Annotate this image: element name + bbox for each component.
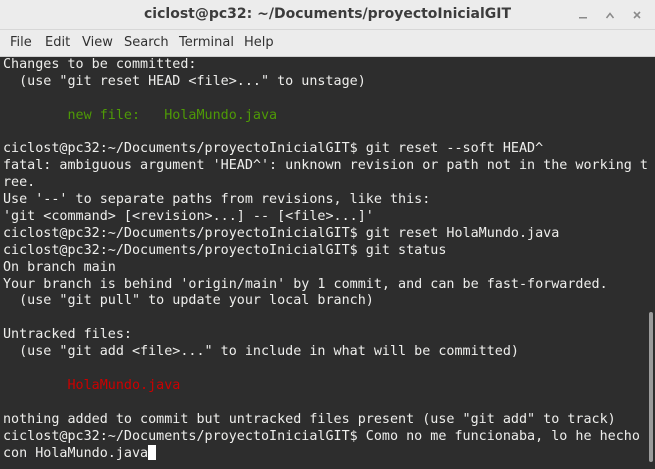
terminal-line: Untracked files:	[3, 327, 132, 343]
scrollbar[interactable]	[647, 57, 655, 469]
terminal-output[interactable]: Changes to be committed: (use "git reset…	[0, 57, 647, 469]
terminal-line: ciclost@pc32:~/Documents/proyectoInicial…	[3, 242, 447, 258]
menu-help[interactable]: Help	[244, 35, 274, 50]
terminal-line: (use "git add <file>..." to include in w…	[3, 344, 519, 360]
terminal-input-text: con HolaMundo.java	[3, 446, 149, 462]
terminal-window: ciclost@pc32: ~/Documents/proyectoInicia…	[0, 0, 655, 469]
terminal-line-staged-file: new file: HolaMundo.java	[3, 107, 278, 123]
terminal-line: ree.	[3, 175, 36, 191]
text-cursor	[148, 445, 157, 461]
minimize-icon	[578, 10, 588, 20]
terminal-line: ciclost@pc32:~/Documents/proyectoInicial…	[3, 141, 544, 157]
terminal-line: Your branch is behind 'origin/main' by 1…	[3, 276, 608, 292]
terminal-prompt-line[interactable]: con HolaMundo.java	[3, 445, 647, 462]
terminal-line: nothing added to commit but untracked fi…	[3, 411, 616, 427]
terminal-line: Changes to be committed:	[3, 57, 197, 72]
terminal-lines: Changes to be committed: (use "git reset…	[3, 57, 647, 462]
terminal-line-untracked-file: HolaMundo.java	[3, 377, 181, 393]
menu-edit[interactable]: Edit	[45, 35, 70, 50]
menu-bar: File Edit View Search Terminal Help	[0, 30, 655, 57]
terminal-line: ciclost@pc32:~/Documents/proyectoInicial…	[3, 225, 560, 241]
terminal-line: ciclost@pc32:~/Documents/proyectoInicial…	[3, 428, 640, 444]
terminal-line: fatal: ambiguous argument 'HEAD^': unkno…	[3, 158, 647, 174]
terminal-line: (use "git reset HEAD <file>..." to unsta…	[3, 73, 366, 89]
menu-search[interactable]: Search	[124, 35, 169, 50]
menu-view[interactable]: View	[82, 35, 113, 50]
maximize-button[interactable]	[600, 5, 620, 25]
close-icon	[632, 10, 642, 20]
close-button[interactable]	[627, 5, 647, 25]
terminal-line: (use "git pull" to update your local bra…	[3, 293, 374, 309]
maximize-icon	[605, 10, 615, 20]
menu-terminal[interactable]: Terminal	[179, 35, 234, 50]
window-title: ciclost@pc32: ~/Documents/proyectoInicia…	[144, 6, 511, 22]
terminal-line: On branch main	[3, 259, 116, 275]
minimize-button[interactable]	[573, 5, 593, 25]
terminal-line: Use '--' to separate paths from revision…	[3, 192, 431, 208]
scrollbar-thumb[interactable]	[649, 312, 653, 462]
menu-file[interactable]: File	[10, 35, 32, 50]
terminal-line: 'git <command> [<revision>...] -- [<file…	[3, 209, 374, 225]
title-bar[interactable]: ciclost@pc32: ~/Documents/proyectoInicia…	[0, 0, 655, 30]
